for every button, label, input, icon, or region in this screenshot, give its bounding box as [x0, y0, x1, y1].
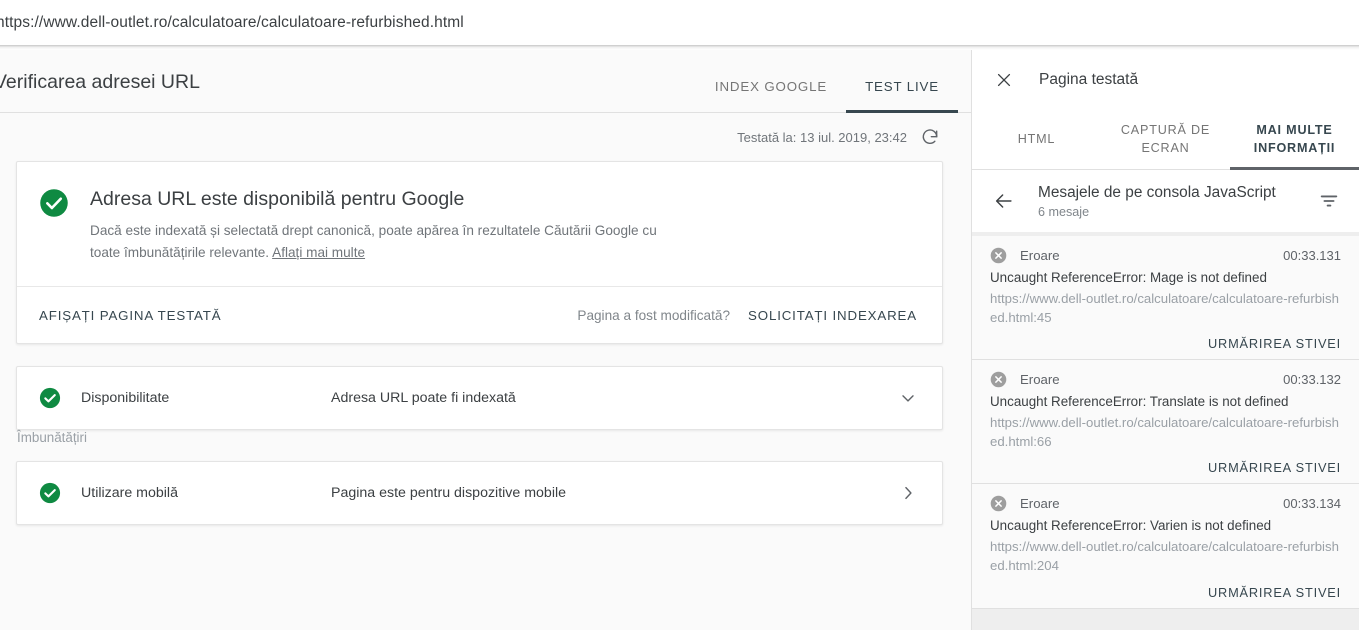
console-message-action-row: URMĂRIREA STIVEI	[990, 460, 1341, 475]
app-shell: Verificarea adresei URL INDEX GOOGLE TES…	[0, 50, 1359, 630]
console-message-action-row: URMĂRIREA STIVEI	[990, 336, 1341, 351]
console-title: Mesajele de pe consola JavaScript	[1038, 183, 1276, 201]
availability-row[interactable]: Disponibilitate Adresa URL poate fi inde…	[16, 366, 943, 431]
console-message-top: Eroare 00:33.134	[990, 495, 1341, 512]
console-messages-list[interactable]: Eroare 00:33.131 Uncaught ReferenceError…	[972, 232, 1359, 630]
error-circle-icon	[990, 495, 1007, 512]
tab-index-google[interactable]: INDEX GOOGLE	[696, 50, 846, 113]
console-message-time: 00:33.132	[1283, 372, 1341, 388]
tested-page-tabs: HTML CAPTURĂ DE ECRAN MAI MULTE INFORMAȚ…	[972, 109, 1359, 170]
console-message-item[interactable]: Eroare 00:33.131 Uncaught ReferenceError…	[972, 236, 1359, 361]
stack-trace-button[interactable]: URMĂRIREA STIVEI	[1208, 585, 1341, 600]
left-panel-header: Verificarea adresei URL INDEX GOOGLE TES…	[0, 50, 971, 113]
close-icon[interactable]	[992, 68, 1016, 92]
stack-trace-button[interactable]: URMĂRIREA STIVEI	[1208, 336, 1341, 351]
mobile-usability-row[interactable]: Utilizare mobilă Pagina este pentru disp…	[16, 461, 943, 526]
page-modified-question: Pagina a fost modificată?	[577, 307, 731, 323]
console-message-url: https://www.dell-outlet.ro/calculatoare/…	[990, 415, 1339, 449]
card-action-row: AFIȘAȚI PAGINA TESTATĂ Pagina a fost mod…	[17, 286, 942, 343]
tab-html[interactable]: HTML	[972, 109, 1101, 169]
console-message-text: Uncaught ReferenceError: Varien is not d…	[990, 518, 1272, 534]
error-circle-icon	[990, 371, 1007, 388]
right-panel-header: Pagina testată	[972, 50, 1359, 109]
url-availability-card: Adresa URL este disponibilă pentru Googl…	[16, 161, 943, 345]
url-inspection-panel: Verificarea adresei URL INDEX GOOGLE TES…	[0, 50, 971, 630]
console-message-item[interactable]: Eroare 00:33.134 Uncaught ReferenceError…	[972, 484, 1359, 609]
check-circle-icon	[39, 387, 61, 409]
console-messages-header: Mesajele de pe consola JavaScript 6 mesa…	[972, 170, 1359, 232]
console-message-action-row: URMĂRIREA STIVEI	[990, 585, 1341, 600]
availability-label: Disponibilitate	[81, 390, 170, 407]
show-tested-page-button[interactable]: AFIȘAȚI PAGINA TESTATĂ	[39, 308, 221, 323]
card-description-text: Dacă este indexată și selectată drept ca…	[90, 223, 657, 261]
console-message-url: https://www.dell-outlet.ro/calculatoare/…	[990, 290, 1339, 325]
console-message-item[interactable]: Eroare 00:33.132 Uncaught ReferenceError…	[972, 360, 1359, 485]
tested-at-row: Testată la: 13 iul. 2019, 23:42	[16, 113, 943, 161]
left-panel-body: Testată la: 13 iul. 2019, 23:42 Adresa U…	[0, 113, 971, 630]
urlbar-shadow-divider	[0, 45, 1359, 50]
card-heading: Adresa URL este disponibilă pentru Googl…	[90, 188, 465, 210]
enhancements-section-label: Îmbunătățiri	[17, 430, 87, 446]
availability-value: Adresa URL poate fi indexată	[331, 390, 516, 407]
console-message-text: Uncaught ReferenceError: Translate is no…	[990, 394, 1289, 410]
console-message-text: Uncaught ReferenceError: Mage is not def…	[990, 270, 1267, 285]
console-message-url: https://www.dell-outlet.ro/calculatoare/…	[990, 539, 1339, 573]
console-message-severity: Eroare	[1020, 496, 1060, 512]
tested-page-panel: Pagina testată HTML CAPTURĂ DE ECRAN MAI…	[971, 50, 1359, 630]
tested-at-text: Testată la: 13 iul. 2019, 23:42	[737, 129, 907, 145]
inspection-tabs: INDEX GOOGLE TEST LIVE	[696, 50, 971, 113]
tab-screenshot[interactable]: CAPTURĂ DE ECRAN	[1101, 109, 1230, 169]
page-title: Verificarea adresei URL	[0, 71, 200, 93]
check-circle-icon	[39, 482, 61, 504]
filter-icon[interactable]	[1317, 189, 1341, 213]
console-message-top: Eroare 00:33.131	[990, 247, 1341, 264]
card-action-right-group: Pagina a fost modificată? SOLICITAȚI IND…	[577, 308, 917, 323]
learn-more-link[interactable]: Aflați mai multe	[272, 245, 365, 260]
console-message-severity: Eroare	[1020, 372, 1060, 388]
chevron-right-icon[interactable]	[898, 483, 918, 503]
refresh-icon[interactable]	[919, 126, 941, 148]
arrow-left-icon[interactable]	[992, 189, 1016, 213]
mobile-usability-label: Utilizare mobilă	[81, 485, 178, 502]
request-indexing-button[interactable]: SOLICITAȚI INDEXAREA	[748, 308, 917, 323]
tab-test-live[interactable]: TEST LIVE	[846, 50, 958, 113]
card-text-group: Adresa URL este disponibilă pentru Googl…	[90, 186, 918, 264]
console-message-count: 6 mesaje	[1038, 205, 1090, 219]
mobile-usability-value: Pagina este pentru dispozitive mobile	[331, 485, 567, 502]
browser-url-bar[interactable]: https://www.dell-outlet.ro/calculatoare/…	[0, 0, 1359, 45]
url-text: https://www.dell-outlet.ro/calculatoare/…	[0, 13, 464, 31]
card-description: Dacă este indexată și selectată drept ca…	[90, 220, 675, 264]
console-message-time: 00:33.134	[1283, 496, 1341, 512]
tested-page-title: Pagina testată	[1039, 70, 1139, 88]
error-circle-icon	[990, 247, 1007, 264]
card-body: Adresa URL este disponibilă pentru Googl…	[17, 162, 942, 286]
chevron-down-icon[interactable]	[898, 388, 918, 408]
console-message-top: Eroare 00:33.132	[990, 371, 1341, 388]
console-title-group: Mesajele de pe consola JavaScript 6 mesa…	[1038, 183, 1295, 219]
tab-more-info[interactable]: MAI MULTE INFORMAȚII	[1230, 109, 1359, 170]
console-message-time: 00:33.131	[1283, 248, 1341, 263]
stack-trace-button[interactable]: URMĂRIREA STIVEI	[1208, 460, 1341, 475]
console-message-severity: Eroare	[1020, 248, 1060, 263]
check-circle-icon	[39, 186, 69, 264]
